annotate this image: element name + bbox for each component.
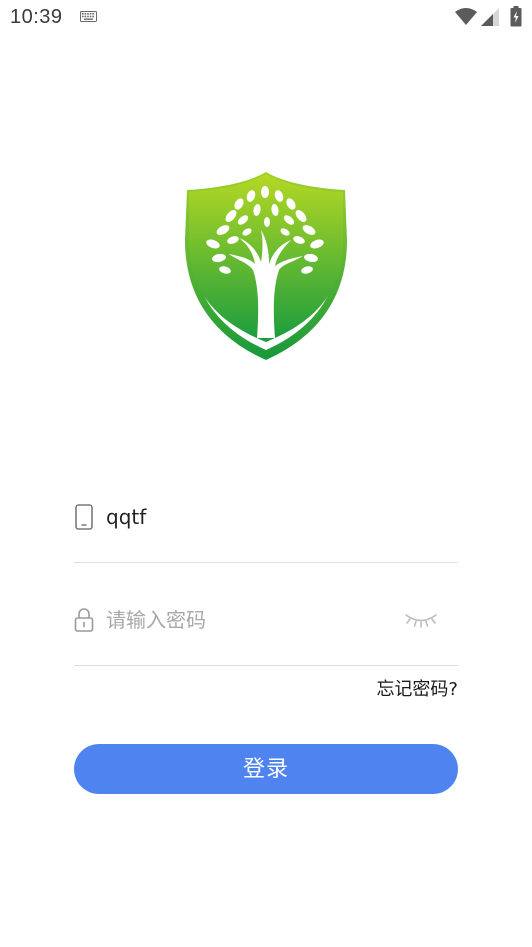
password-input[interactable] (106, 603, 396, 637)
username-input[interactable] (106, 500, 396, 534)
phone-icon (75, 504, 93, 530)
keyboard-icon (80, 11, 97, 22)
eye-closed-icon[interactable] (404, 609, 438, 629)
login-screen: 10:39 qqtf 忘记密码? 登录 (0, 0, 532, 947)
wifi-icon (455, 8, 477, 25)
forgot-password-link[interactable]: 忘记密码? (376, 675, 458, 701)
status-time: 10:39 (10, 6, 63, 28)
battery-icon (510, 6, 522, 27)
status-bar: 10:39 (0, 0, 532, 36)
signal-icon (481, 8, 499, 26)
password-field-row (74, 603, 458, 666)
login-button[interactable]: 登录 (74, 744, 458, 794)
tree-shield-logo (185, 172, 347, 360)
lock-icon (74, 608, 94, 632)
username-field-row (74, 500, 458, 563)
